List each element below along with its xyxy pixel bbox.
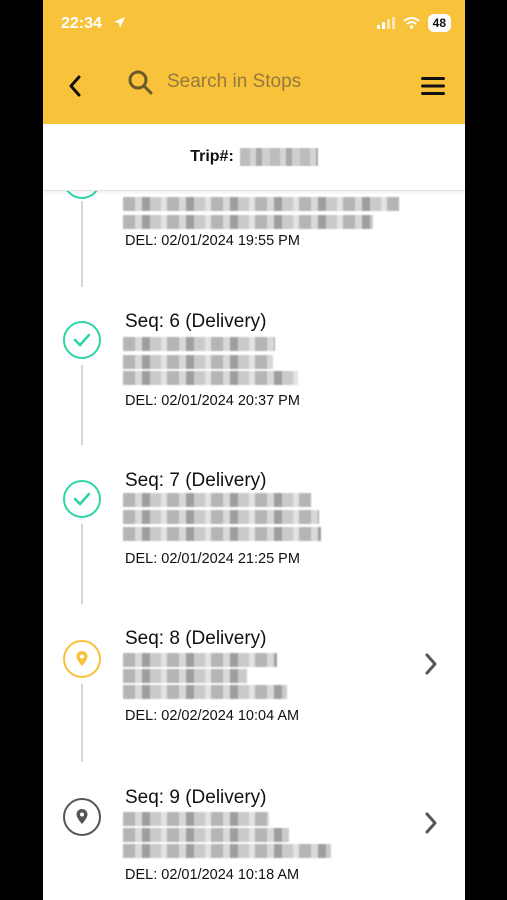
stop-sequence: Seq: 6 (Delivery) — [125, 311, 267, 332]
completed-check-icon — [63, 321, 101, 359]
address-redacted — [123, 844, 331, 858]
search-icon — [128, 70, 153, 95]
timeline-connector — [81, 201, 83, 287]
address-redacted — [123, 828, 289, 842]
completed-check-icon — [63, 191, 101, 199]
trip-label: Trip#: — [190, 148, 234, 165]
status-indicators: 48 — [376, 14, 451, 32]
stop-item[interactable]: DEL: 02/01/2024 19:55 PM — [43, 191, 465, 291]
address-redacted — [123, 215, 373, 229]
address-redacted — [123, 355, 273, 369]
status-time: 22:34 — [61, 15, 102, 32]
stop-item[interactable]: Seq: 8 (Delivery) DEL: 02/02/2024 10:04 … — [43, 627, 465, 767]
stops-list[interactable]: DEL: 02/01/2024 19:55 PM Seq: 6 (Deliver… — [43, 191, 465, 900]
completed-check-icon — [63, 480, 101, 518]
app-screen: 22:34 48 Search in Stops Trip#: DEL: 02/… — [43, 0, 465, 900]
address-redacted — [123, 527, 321, 541]
app-header: 22:34 48 — [43, 0, 465, 124]
timeline-connector — [81, 365, 83, 445]
search-bar[interactable] — [127, 64, 377, 100]
delivery-time: DEL: 02/01/2024 20:37 PM — [125, 393, 300, 409]
address-redacted — [123, 197, 399, 211]
battery-level: 48 — [427, 14, 451, 32]
address-redacted — [123, 493, 311, 507]
stop-item[interactable]: Seq: 6 (Delivery) DEL: 02/01/2024 20:37 … — [43, 310, 465, 450]
stop-sequence: Seq: 7 (Delivery) — [125, 470, 267, 491]
chevron-right-icon[interactable] — [423, 811, 439, 835]
address-redacted — [123, 812, 269, 826]
stop-item[interactable]: Seq: 7 (Delivery) DEL: 02/01/2024 21:25 … — [43, 469, 465, 609]
timeline-connector — [81, 524, 83, 604]
stop-sequence: Seq: 9 (Delivery) — [125, 787, 267, 808]
address-redacted — [123, 653, 277, 667]
search-input[interactable] — [165, 70, 369, 94]
trip-number-redacted — [239, 148, 318, 166]
signal-icon — [376, 17, 395, 29]
hamburger-menu-icon[interactable] — [419, 74, 447, 98]
address-redacted — [123, 371, 298, 385]
address-redacted — [123, 669, 247, 683]
address-redacted — [123, 337, 275, 351]
address-redacted — [123, 510, 319, 524]
address-redacted — [123, 685, 287, 699]
delivery-time: DEL: 02/01/2024 21:25 PM — [125, 551, 300, 567]
map-pin-pending-icon — [63, 640, 101, 678]
location-arrow-icon — [113, 16, 126, 34]
delivery-time: DEL: 02/02/2024 10:04 AM — [125, 708, 300, 724]
delivery-time: DEL: 02/01/2024 19:55 PM — [125, 233, 300, 249]
map-pin-icon — [63, 798, 101, 836]
stop-item[interactable]: Seq: 9 (Delivery) DEL: 02/01/2024 10:18 … — [43, 786, 465, 900]
stop-sequence: Seq: 8 (Delivery) — [125, 628, 267, 649]
timeline-connector — [81, 684, 83, 762]
delivery-time: DEL: 02/01/2024 10:18 AM — [125, 867, 300, 883]
wifi-icon — [403, 17, 420, 29]
chevron-left-icon — [69, 75, 81, 97]
back-button[interactable] — [61, 72, 89, 100]
trip-bar: Trip#: — [43, 124, 465, 191]
chevron-right-icon[interactable] — [423, 652, 439, 676]
